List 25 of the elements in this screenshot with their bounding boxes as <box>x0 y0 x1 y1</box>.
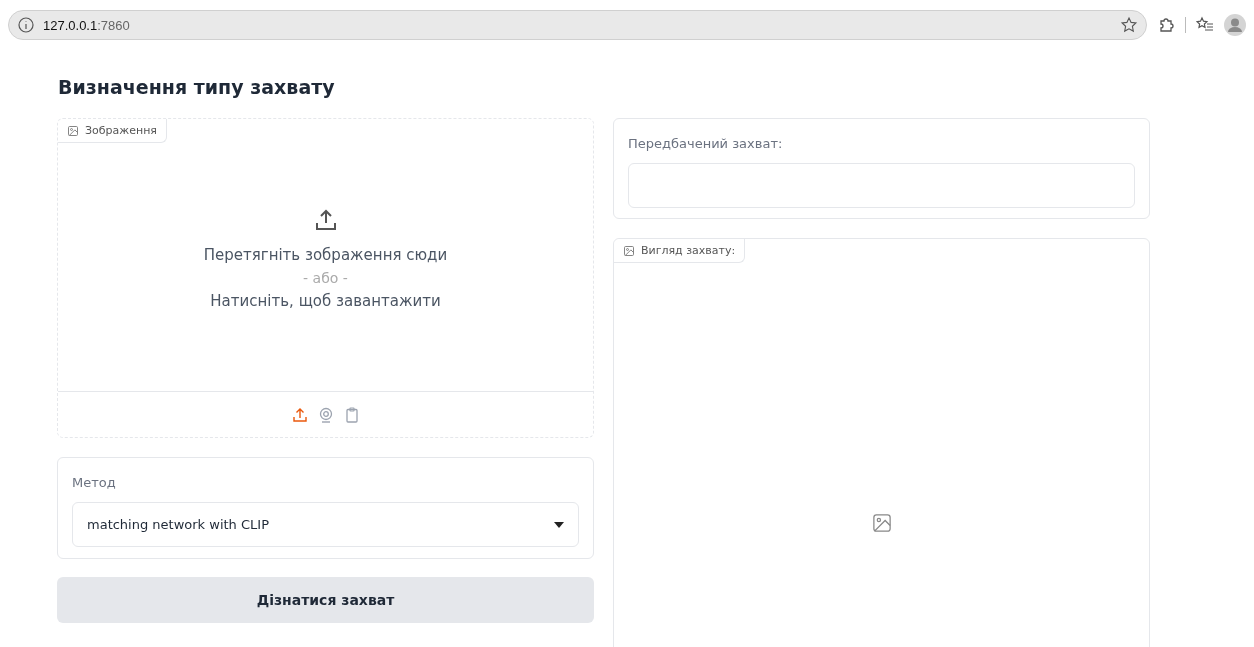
image-icon <box>623 244 635 257</box>
submit-button[interactable]: Дізнатися захват <box>57 577 594 623</box>
info-icon[interactable] <box>17 16 35 34</box>
extensions-icon[interactable] <box>1157 16 1175 34</box>
clipboard-icon[interactable] <box>343 406 360 423</box>
image-upload-area[interactable]: Зображення Перетягніть зображення сюди - або - Натисніть, щоб завантажити <box>57 118 594 438</box>
method-label: Метод <box>72 475 116 490</box>
upload-icon[interactable] <box>291 406 308 423</box>
image-placeholder-icon <box>871 513 892 533</box>
image-icon <box>67 124 79 137</box>
favorites-icon[interactable] <box>1196 16 1214 34</box>
grasp-view-label: Вигляд захвату: <box>614 239 746 263</box>
url-text: 127.0.0.1:7860 <box>43 17 130 33</box>
method-dropdown[interactable]: matching network with CLIP <box>72 502 579 547</box>
profile-avatar[interactable] <box>1224 14 1246 36</box>
or-text: - або - <box>303 270 348 286</box>
page-title: Визначення типу захвату <box>58 76 335 98</box>
caret-icon <box>554 521 564 528</box>
upload-icon <box>314 208 337 232</box>
prediction-label: Передбачений захват: <box>628 136 783 151</box>
star-icon[interactable] <box>1120 16 1138 34</box>
address-bar[interactable]: 127.0.0.1:7860 <box>8 10 1147 40</box>
drop-text: Перетягніть зображення сюди <box>203 246 448 264</box>
click-text: Натисніть, щоб завантажити <box>210 292 441 310</box>
image-label: Зображення <box>58 119 167 143</box>
